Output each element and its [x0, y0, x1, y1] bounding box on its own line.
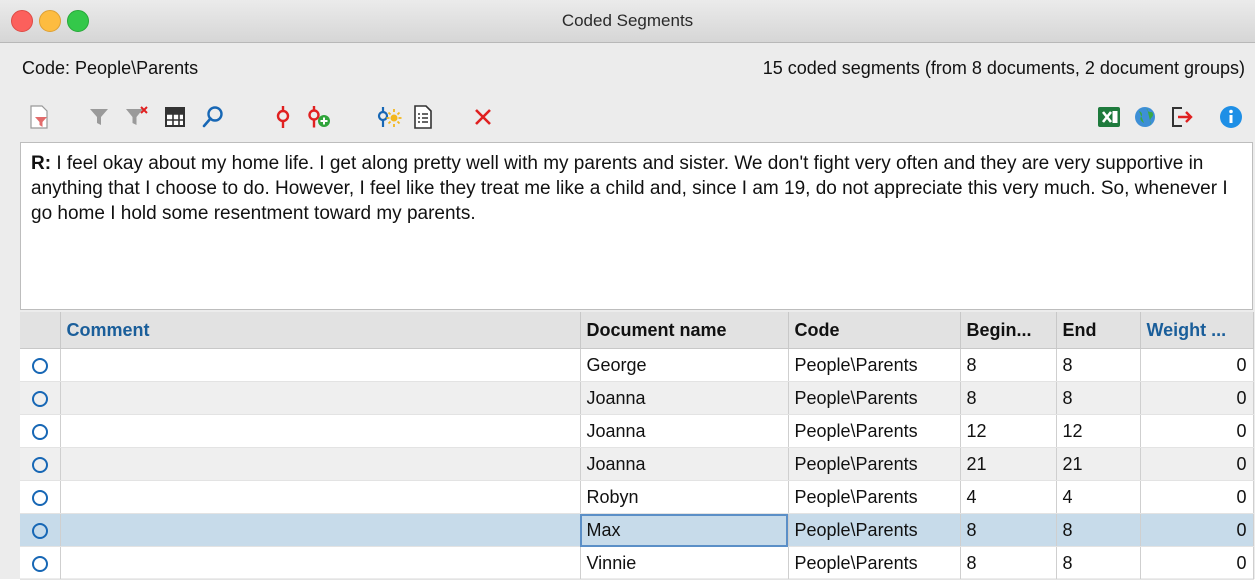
filter-icon[interactable] [82, 100, 116, 134]
table-row[interactable]: George People\Parents 8 8 0 [20, 348, 1254, 382]
table-row-selected[interactable]: Max People\Parents 8 8 0 [20, 513, 1254, 547]
circle-icon [31, 357, 48, 374]
cell-comment[interactable] [60, 381, 581, 415]
cell-code[interactable]: People\Parents [788, 546, 961, 580]
code-label: Code: People\Parents [22, 58, 199, 78]
delete-icon[interactable] [466, 100, 500, 134]
cell-document[interactable]: Max [580, 513, 789, 547]
speaker-label: R: [31, 153, 52, 174]
table-row[interactable]: Robyn People\Parents 4 4 0 [20, 480, 1254, 514]
cell-end[interactable]: 21 [1056, 447, 1141, 481]
cell-weight[interactable]: 0 [1140, 546, 1254, 580]
document-filter-icon[interactable] [22, 100, 56, 134]
cell-end[interactable]: 4 [1056, 480, 1141, 514]
cell-comment[interactable] [60, 447, 581, 481]
cell-weight[interactable]: 0 [1140, 447, 1254, 481]
title-bar[interactable]: Coded Segments [0, 0, 1255, 43]
cell-begin[interactable]: 8 [960, 513, 1057, 547]
cell-weight[interactable]: 0 [1140, 414, 1254, 448]
cell-begin[interactable]: 8 [960, 348, 1057, 382]
circle-icon [31, 390, 48, 407]
coded-segments-window: Coded Segments Code: People\Parents 15 c… [0, 0, 1255, 580]
table-row[interactable]: Joanna People\Parents 12 12 0 [20, 414, 1254, 448]
row-indicator[interactable] [20, 381, 61, 415]
segment-text: I feel okay about my home life. I get al… [31, 153, 1228, 224]
globe-icon[interactable] [1128, 100, 1162, 134]
cell-begin[interactable]: 21 [960, 447, 1057, 481]
cell-document[interactable]: Joanna [580, 447, 789, 481]
cell-code[interactable]: People\Parents [788, 381, 961, 415]
cell-weight[interactable]: 0 [1140, 513, 1254, 547]
row-indicator[interactable] [20, 546, 61, 580]
segment-summary: 15 coded segments (from 8 documents, 2 d… [762, 58, 1245, 78]
cell-end[interactable]: 8 [1056, 546, 1141, 580]
cell-code[interactable]: People\Parents [788, 348, 961, 382]
search-icon[interactable] [196, 100, 230, 134]
column-header-comment[interactable]: Comment [60, 312, 581, 349]
table-header: Comment Document name Code Begin... End … [20, 312, 1254, 349]
cell-comment[interactable] [60, 546, 581, 580]
cell-weight[interactable]: 0 [1140, 348, 1254, 382]
cell-code[interactable]: People\Parents [788, 447, 961, 481]
add-code-icon[interactable] [302, 100, 336, 134]
overview-icon[interactable] [406, 100, 440, 134]
autocode-icon[interactable] [372, 100, 406, 134]
segments-table: Comment Document name Code Begin... End … [20, 312, 1254, 580]
cell-end[interactable]: 8 [1056, 513, 1141, 547]
table-row[interactable]: Joanna People\Parents 8 8 0 [20, 381, 1254, 415]
cell-code[interactable]: People\Parents [788, 480, 961, 514]
cell-weight[interactable]: 0 [1140, 480, 1254, 514]
cell-document[interactable]: George [580, 348, 789, 382]
column-header-code[interactable]: Code [788, 312, 961, 349]
cell-document[interactable]: Robyn [580, 480, 789, 514]
cell-comment[interactable] [60, 513, 581, 547]
column-header-document[interactable]: Document name [580, 312, 789, 349]
toolbar [0, 100, 1255, 136]
code-pin-icon[interactable] [266, 100, 300, 134]
row-indicator[interactable] [20, 513, 61, 547]
excel-export-icon[interactable] [1092, 100, 1126, 134]
column-header-begin[interactable]: Begin... [960, 312, 1057, 349]
cell-begin[interactable]: 8 [960, 381, 1057, 415]
cell-begin[interactable]: 4 [960, 480, 1057, 514]
window-title: Coded Segments [561, 11, 694, 30]
cell-begin[interactable]: 12 [960, 414, 1057, 448]
row-indicator[interactable] [20, 447, 61, 481]
cell-begin[interactable]: 8 [960, 546, 1057, 580]
header: Code: People\Parents 15 coded segments (… [22, 56, 1245, 84]
clear-filter-icon[interactable] [120, 100, 154, 134]
row-indicator[interactable] [20, 348, 61, 382]
cell-code[interactable]: People\Parents [788, 513, 961, 547]
cell-comment[interactable] [60, 414, 581, 448]
export-icon[interactable] [1164, 100, 1198, 134]
circle-icon [31, 555, 48, 572]
segment-preview: R: I feel okay about my home life. I get… [20, 142, 1253, 310]
info-icon[interactable] [1214, 100, 1248, 134]
cell-document[interactable]: Vinnie [580, 546, 789, 580]
cell-comment[interactable] [60, 348, 581, 382]
column-header-end[interactable]: End [1056, 312, 1141, 349]
table-view-icon[interactable] [158, 100, 192, 134]
cell-weight[interactable]: 0 [1140, 381, 1254, 415]
column-header-weight[interactable]: Weight ... [1140, 312, 1254, 349]
cell-end[interactable]: 12 [1056, 414, 1141, 448]
circle-icon [31, 522, 48, 539]
cell-end[interactable]: 8 [1056, 348, 1141, 382]
cell-code[interactable]: People\Parents [788, 414, 961, 448]
circle-icon [31, 423, 48, 440]
row-indicator[interactable] [20, 414, 61, 448]
circle-icon [31, 456, 48, 473]
table-row[interactable]: Vinnie People\Parents 8 8 0 [20, 546, 1254, 580]
column-header-indicator[interactable] [20, 312, 61, 349]
cell-document[interactable]: Joanna [580, 381, 789, 415]
cell-comment[interactable] [60, 480, 581, 514]
cell-document[interactable]: Joanna [580, 414, 789, 448]
cell-end[interactable]: 8 [1056, 381, 1141, 415]
table-row[interactable]: Joanna People\Parents 21 21 0 [20, 447, 1254, 481]
circle-icon [31, 489, 48, 506]
row-indicator[interactable] [20, 480, 61, 514]
